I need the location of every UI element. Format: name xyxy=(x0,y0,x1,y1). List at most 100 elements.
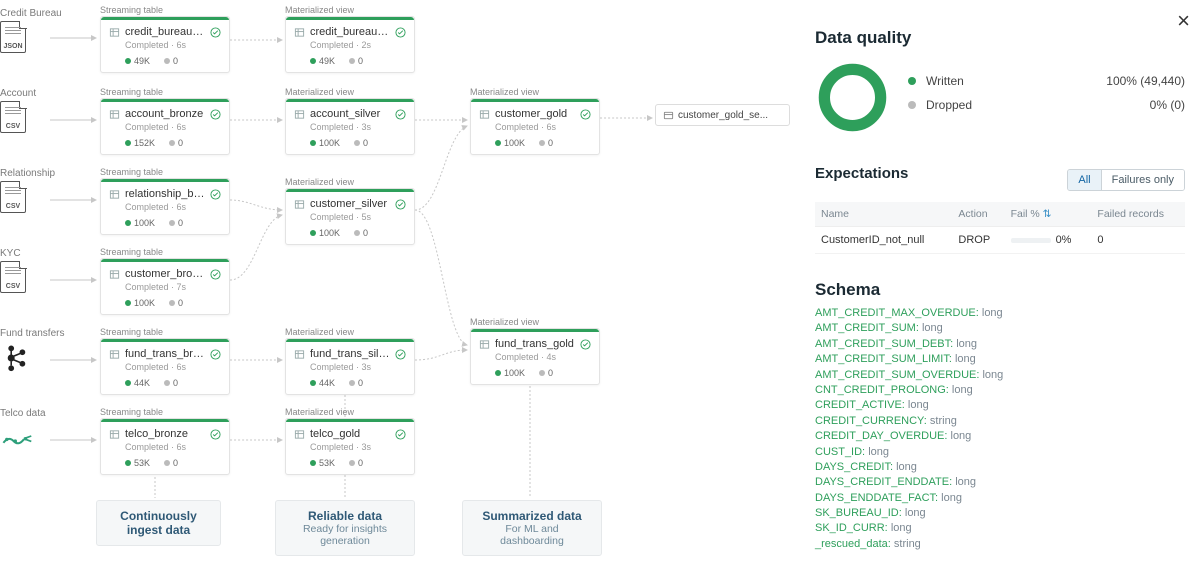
column-type-label: Materialized view xyxy=(285,87,354,97)
node-title: telco_gold xyxy=(310,428,390,440)
source-relationship: RelationshipCSV xyxy=(0,168,90,215)
node-customer-silver[interactable]: customer_silverCompleted · 5s100K0 xyxy=(285,188,415,245)
node-subtitle: Completed · 3s xyxy=(286,362,414,374)
node-title: credit_bureau_br... xyxy=(125,26,205,38)
column-type-label: Streaming table xyxy=(100,327,163,337)
schema-field: AMT_CREDIT_SUM: long xyxy=(815,321,1185,336)
node-subtitle: Completed · 2s xyxy=(286,40,414,52)
data-quality-title: Data quality xyxy=(815,28,1185,48)
node-account-bronze[interactable]: account_bronzeCompleted · 6s152K0 xyxy=(100,98,230,155)
node-credit-bureau-br-[interactable]: credit_bureau_br...Completed · 6s49K0 xyxy=(100,16,230,73)
node-title: fund_trans_silver xyxy=(310,348,390,360)
expectations-title: Expectations xyxy=(815,165,908,182)
node-title: customer_silver xyxy=(310,198,390,210)
filter-all-button[interactable]: All xyxy=(1068,170,1100,190)
source-icon xyxy=(0,421,28,455)
node-title: telco_bronze xyxy=(125,428,205,440)
expectations-filter: All Failures only xyxy=(1067,169,1185,191)
schema-field: CREDIT_ACTIVE: long xyxy=(815,398,1185,413)
source-kyc: KYCCSV xyxy=(0,248,90,295)
expectations-table: Name Action Fail % ⇅ Failed records Cust… xyxy=(815,202,1185,254)
node-customer-bronze[interactable]: customer_bronzeCompleted · 7s100K0 xyxy=(100,258,230,315)
node-telco-gold[interactable]: telco_goldCompleted · 3s53K0 xyxy=(285,418,415,475)
column-type-label: Streaming table xyxy=(100,247,163,257)
table-icon xyxy=(294,429,305,440)
source-fund-transfers: Fund transfers xyxy=(0,328,90,375)
node-subtitle: Completed · 7s xyxy=(101,282,229,294)
source-credit-bureau: Credit BureauJSON xyxy=(0,8,90,55)
status-check-icon xyxy=(580,339,591,350)
source-icon xyxy=(0,341,28,375)
node-subtitle: Completed · 6s xyxy=(101,442,229,454)
table-icon xyxy=(294,349,305,360)
node-subtitle: Completed · 6s xyxy=(471,122,599,134)
node-customer-gold[interactable]: customer_goldCompleted · 6s100K0 xyxy=(470,98,600,155)
status-check-icon xyxy=(210,349,221,360)
column-type-label: Materialized view xyxy=(470,87,539,97)
node-telco-bronze[interactable]: telco_bronzeCompleted · 6s53K0 xyxy=(100,418,230,475)
source-account: AccountCSV xyxy=(0,88,90,135)
filter-failures-button[interactable]: Failures only xyxy=(1101,170,1184,190)
source-telco-data: Telco data xyxy=(0,408,90,455)
node-title: credit_bureau_gold xyxy=(310,26,390,38)
node-title: account_bronze xyxy=(125,108,205,120)
node-subtitle: Completed · 4s xyxy=(471,352,599,364)
status-check-icon xyxy=(210,189,221,200)
status-check-icon xyxy=(210,429,221,440)
node-subtitle: Completed · 6s xyxy=(101,122,229,134)
status-check-icon xyxy=(395,429,406,440)
table-icon xyxy=(109,27,120,38)
node-title: customer_bronze xyxy=(125,268,205,280)
view-icon xyxy=(663,110,674,121)
column-type-label: Streaming table xyxy=(100,167,163,177)
node-credit-bureau-gold[interactable]: credit_bureau_goldCompleted · 2s49K0 xyxy=(285,16,415,73)
schema-list: AMT_CREDIT_MAX_OVERDUE: longAMT_CREDIT_S… xyxy=(815,306,1185,552)
schema-field: CREDIT_CURRENCY: string xyxy=(815,414,1185,429)
node-subtitle: Completed · 6s xyxy=(101,202,229,214)
status-check-icon xyxy=(395,199,406,210)
column-type-label: Materialized view xyxy=(285,5,354,15)
schema-field: AMT_CREDIT_SUM_LIMIT: long xyxy=(815,352,1185,367)
table-icon xyxy=(109,189,120,200)
schema-field: CUST_ID: long xyxy=(815,445,1185,460)
view-card-title: customer_gold_se... xyxy=(678,110,768,121)
status-check-icon xyxy=(210,269,221,280)
node-subtitle: Completed · 3s xyxy=(286,442,414,454)
node-relationship-bronze[interactable]: relationship_bronzeCompleted · 6s100K0 xyxy=(100,178,230,235)
node-subtitle: Completed · 5s xyxy=(286,212,414,224)
column-type-label: Streaming table xyxy=(100,87,163,97)
node-fund-trans-bronze[interactable]: fund_trans_bronzeCompleted · 6s44K0 xyxy=(100,338,230,395)
source-icon: CSV xyxy=(0,101,28,135)
table-icon xyxy=(109,269,120,280)
schema-field: DAYS_CREDIT_ENDDATE: long xyxy=(815,475,1185,490)
node-subtitle: Completed · 6s xyxy=(101,362,229,374)
status-check-icon xyxy=(210,109,221,120)
expectation-row[interactable]: CustomerID_not_nullDROP0%0 xyxy=(815,227,1185,254)
schema-field: AMT_CREDIT_SUM_DEBT: long xyxy=(815,337,1185,352)
view-card-customer-gold-search[interactable]: customer_gold_se... xyxy=(655,104,790,126)
node-account-silver[interactable]: account_silverCompleted · 3s100K0 xyxy=(285,98,415,155)
node-subtitle: Completed · 6s xyxy=(101,40,229,52)
status-check-icon xyxy=(395,349,406,360)
status-check-icon xyxy=(210,27,221,38)
source-icon: CSV xyxy=(0,181,28,215)
th-name[interactable]: Name xyxy=(815,202,952,227)
column-type-label: Materialized view xyxy=(285,177,354,187)
schema-field: CNT_CREDIT_PROLONG: long xyxy=(815,383,1185,398)
th-action[interactable]: Action xyxy=(952,202,1004,227)
schema-field: AMT_CREDIT_MAX_OVERDUE: long xyxy=(815,306,1185,321)
node-fund-trans-gold[interactable]: fund_trans_goldCompleted · 4s100K0 xyxy=(470,328,600,385)
source-icon: JSON xyxy=(0,21,28,55)
table-icon xyxy=(479,339,490,350)
table-icon xyxy=(109,429,120,440)
th-fail[interactable]: Fail % ⇅ xyxy=(1005,202,1092,227)
node-subtitle: Completed · 3s xyxy=(286,122,414,134)
data-quality-donut xyxy=(815,60,890,135)
caption-ingest: Continuously ingest data xyxy=(96,500,221,546)
schema-field: AMT_CREDIT_SUM_OVERDUE: long xyxy=(815,368,1185,383)
column-type-label: Streaming table xyxy=(100,407,163,417)
column-type-label: Materialized view xyxy=(285,327,354,337)
th-failed-records[interactable]: Failed records xyxy=(1091,202,1185,227)
node-fund-trans-silver[interactable]: fund_trans_silverCompleted · 3s44K0 xyxy=(285,338,415,395)
status-check-icon xyxy=(580,109,591,120)
